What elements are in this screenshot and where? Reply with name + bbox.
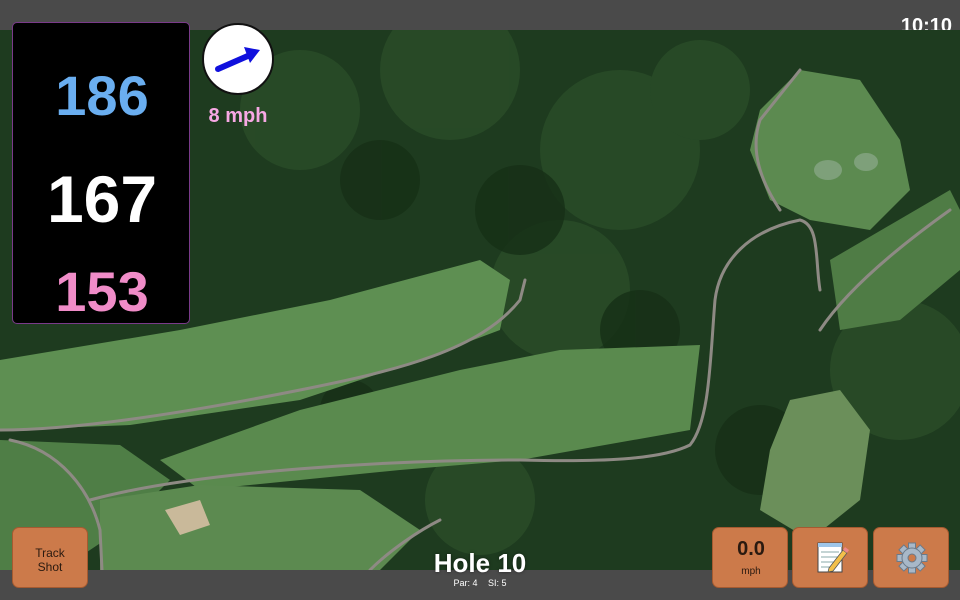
distance-panel: 186 167 153	[12, 22, 190, 324]
track-shot-label-line1: Track	[35, 546, 65, 560]
speed-value: 0.0	[737, 538, 765, 560]
middle-distance: 167	[46, 162, 158, 236]
wind-speed: 8 mph	[208, 105, 268, 127]
wind-indicator	[202, 23, 274, 95]
track-shot-label-line2: Shot	[37, 560, 63, 574]
hole-stroke-index: SI: 5	[488, 578, 507, 588]
track-shot-button[interactable]: Track Shot	[12, 527, 88, 588]
back-distance: 186	[55, 64, 149, 127]
hole-title: Hole 10	[433, 548, 527, 578]
notepad-icon	[817, 542, 849, 573]
front-distance: 153	[55, 260, 149, 323]
speed-unit: mph	[741, 566, 761, 577]
wind-arrow-icon	[215, 47, 260, 72]
notes-button[interactable]	[792, 527, 868, 588]
speed-button[interactable]: 0.0 mph	[712, 527, 788, 588]
settings-button[interactable]	[873, 527, 949, 588]
gear-icon	[896, 542, 928, 574]
hole-par: Par: 4	[453, 578, 478, 588]
hole-info: Par: 4 SI: 5	[380, 578, 580, 588]
